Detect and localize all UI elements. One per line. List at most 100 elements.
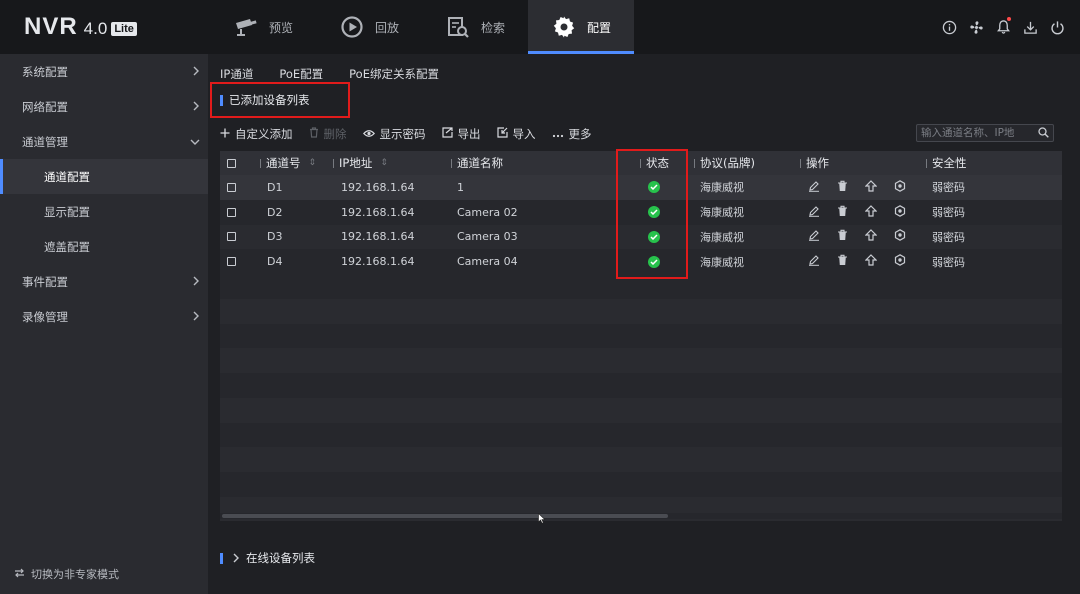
channel-search	[916, 124, 1054, 142]
export-button[interactable]: 导出	[441, 126, 481, 142]
online-device-list-toggle[interactable]: 在线设备列表	[220, 550, 315, 566]
col-name-label: 通道名称	[457, 156, 503, 170]
sidebar-item-label: 显示配置	[44, 204, 90, 219]
plus-icon	[220, 127, 230, 141]
tab-poe-binding[interactable]: PoE绑定关系配置	[349, 66, 439, 82]
delete-icon[interactable]	[837, 229, 848, 244]
upgrade-icon[interactable]	[864, 204, 878, 220]
more-button[interactable]: 更多	[552, 126, 592, 142]
empty-row	[220, 472, 1062, 497]
edit-icon[interactable]	[808, 180, 820, 195]
nav-config[interactable]: 配置	[528, 0, 634, 54]
col-security: 安全性	[926, 151, 967, 175]
settings-icon[interactable]	[894, 204, 906, 220]
empty-row	[220, 447, 1062, 472]
upgrade-icon[interactable]	[864, 180, 878, 195]
delete-icon[interactable]	[837, 254, 848, 269]
trash-icon	[309, 127, 319, 141]
edit-icon[interactable]	[808, 229, 820, 244]
export-label: 导出	[457, 127, 481, 141]
mode-switch[interactable]: 切换为非专家模式	[14, 566, 119, 582]
nav-search[interactable]: 检索	[422, 0, 528, 54]
nav-playback[interactable]: 回放	[316, 0, 422, 54]
col-protocol-label: 协议(品牌)	[700, 156, 755, 170]
tab-ip-channel[interactable]: IP通道	[220, 66, 253, 82]
edit-icon[interactable]	[808, 205, 820, 220]
settings-icon[interactable]	[894, 179, 906, 195]
col-protocol: 协议(品牌)	[694, 151, 755, 175]
search-icon[interactable]	[1038, 127, 1049, 141]
sidebar-item-channel-management[interactable]: 通道管理	[0, 124, 208, 159]
bell-icon[interactable]	[995, 17, 1012, 37]
sidebar-item-display-config[interactable]: 显示配置	[0, 194, 208, 229]
fan-icon[interactable]	[968, 17, 985, 37]
app-logo: NVR 4.0 Lite	[24, 13, 137, 41]
upgrade-icon[interactable]	[864, 229, 878, 244]
col-channel[interactable]: 通道号 ⇕	[260, 151, 316, 175]
sidebar-item-system[interactable]: 系统配置	[0, 54, 208, 89]
cell-name: Camera 04	[457, 255, 518, 269]
select-all-checkbox[interactable]	[227, 151, 236, 175]
chevron-right-icon	[192, 275, 200, 289]
tab-poe-config[interactable]: PoE配置	[279, 66, 323, 82]
nav-preview-label: 预览	[268, 20, 293, 35]
custom-add-label: 自定义添加	[235, 127, 293, 141]
mouse-cursor-icon	[538, 512, 546, 527]
settings-icon[interactable]	[894, 229, 906, 244]
toolbar: 自定义添加 删除 显示密码 导出 导入 更多	[220, 126, 592, 142]
col-ip-label: IP地址	[339, 156, 373, 170]
top-right-icons	[941, 17, 1066, 37]
empty-row	[220, 373, 1062, 398]
scrollbar-thumb[interactable]	[222, 514, 668, 518]
nav-preview[interactable]: 预览	[210, 0, 316, 54]
camera-icon	[233, 14, 259, 40]
playback-icon	[339, 14, 365, 40]
mode-switch-label: 切换为非专家模式	[31, 568, 119, 581]
cell-security: 弱密码	[932, 206, 965, 220]
sidebar-item-mask-config[interactable]: 遮盖配置	[0, 229, 208, 264]
edit-icon[interactable]	[808, 254, 820, 269]
row-checkbox[interactable]	[227, 200, 236, 225]
search-file-icon	[445, 14, 471, 40]
sidebar-item-recording[interactable]: 录像管理	[0, 299, 208, 334]
cell-protocol: 海康威视	[700, 230, 744, 244]
chevron-right-icon	[192, 100, 200, 114]
more-icon	[552, 127, 564, 141]
sidebar-item-label: 事件配置	[22, 274, 68, 289]
row-actions	[808, 175, 906, 200]
chevron-right-icon	[192, 65, 200, 79]
cell-security: 弱密码	[932, 230, 965, 244]
import-button[interactable]: 导入	[496, 126, 536, 142]
empty-row	[220, 397, 1062, 423]
custom-add-button[interactable]: 自定义添加	[220, 126, 293, 142]
row-checkbox[interactable]	[227, 249, 236, 274]
horizontal-scrollbar[interactable]	[220, 513, 1062, 519]
logo-version: 4.0	[83, 19, 108, 38]
cell-channel: D4	[267, 255, 283, 269]
delete-button[interactable]: 删除	[309, 126, 347, 142]
show-password-button[interactable]: 显示密码	[362, 126, 426, 142]
info-icon[interactable]	[941, 17, 958, 37]
chevron-right-icon	[232, 553, 240, 563]
switch-icon	[14, 568, 25, 581]
row-checkbox[interactable]	[227, 175, 236, 200]
cell-security: 弱密码	[932, 181, 965, 195]
cell-ip: 192.168.1.64	[341, 230, 415, 244]
power-icon[interactable]	[1049, 17, 1066, 37]
search-input[interactable]	[921, 125, 1033, 141]
delete-icon[interactable]	[837, 205, 848, 220]
settings-icon[interactable]	[894, 254, 906, 269]
sidebar-item-network[interactable]: 网络配置	[0, 89, 208, 124]
more-label: 更多	[568, 127, 592, 141]
sidebar-item-event[interactable]: 事件配置	[0, 264, 208, 299]
sidebar-item-label: 遮盖配置	[44, 239, 90, 254]
show-password-label: 显示密码	[379, 127, 426, 141]
delete-icon[interactable]	[837, 180, 848, 195]
sidebar-item-channel-config[interactable]: 通道配置	[0, 159, 208, 194]
logo-edition: Lite	[111, 22, 137, 36]
row-checkbox[interactable]	[227, 225, 236, 250]
download-icon[interactable]	[1022, 17, 1039, 37]
sidebar-item-label: 系统配置	[22, 64, 68, 79]
upgrade-icon[interactable]	[864, 254, 878, 269]
col-ip[interactable]: IP地址 ⇕	[333, 151, 388, 175]
